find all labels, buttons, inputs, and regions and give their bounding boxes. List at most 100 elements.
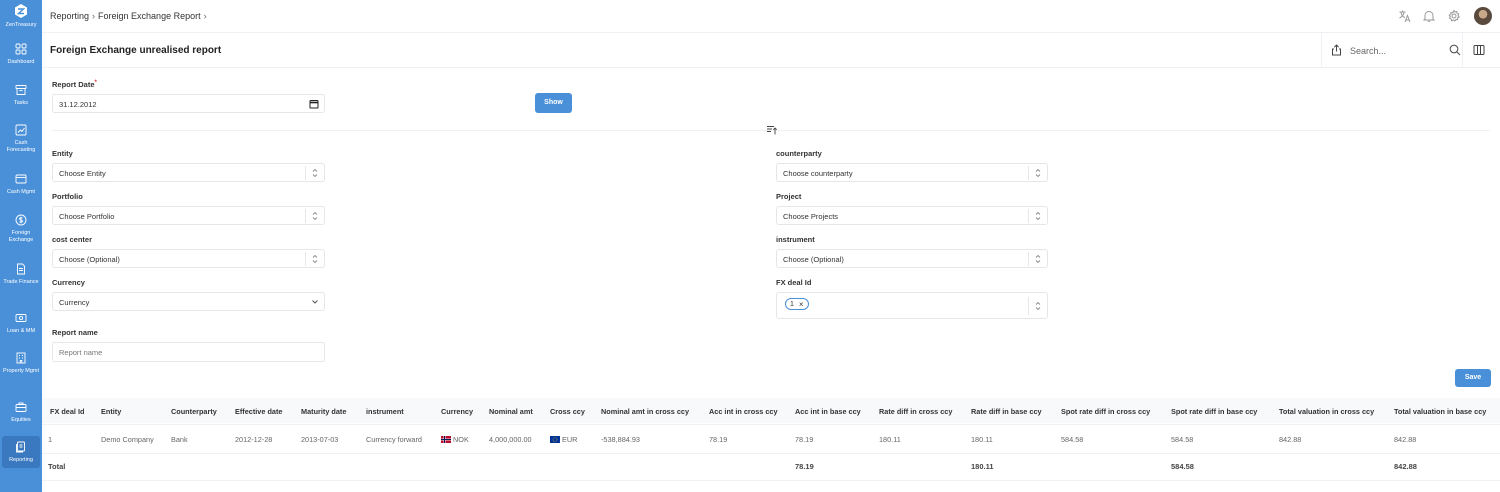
cell-effective-date: 2012-12-28: [235, 435, 273, 444]
row-divider: [42, 424, 1500, 425]
sidebar-item-property-mgmt[interactable]: Property Mgmt: [0, 350, 42, 386]
bell-icon[interactable]: [1422, 9, 1436, 23]
cell-nominal-amt: 4,000,000.00: [489, 435, 532, 444]
calendar-icon[interactable]: [309, 99, 319, 109]
sidebar: ZenTreasury Dashboard Tasks Cash Forecas…: [0, 0, 42, 492]
column-header[interactable]: Nominal amt in cross ccy: [601, 407, 689, 416]
cost-center-select[interactable]: Choose (Optional): [52, 249, 325, 268]
search-icon[interactable]: [1449, 44, 1461, 56]
column-header[interactable]: Maturity date: [301, 407, 346, 416]
report-name-input[interactable]: [52, 342, 325, 362]
dollar-icon: [15, 214, 27, 226]
column-header[interactable]: Total valuation in base ccy: [1394, 407, 1486, 416]
columns-icon[interactable]: [1473, 44, 1485, 56]
fx-deal-id-chip: 1 ×: [785, 298, 809, 310]
column-header[interactable]: Rate diff in base ccy: [971, 407, 1042, 416]
title-bar: Foreign Exchange unrealised report: [42, 33, 1500, 68]
search-input[interactable]: [1350, 44, 1445, 57]
column-header[interactable]: Cross ccy: [550, 407, 585, 416]
sidebar-item-label: Property Mgmt: [2, 368, 40, 374]
chevron-down-icon: [312, 300, 318, 304]
chevron-right-icon: ›: [92, 11, 96, 21]
fx-deal-id-select[interactable]: 1 ×: [776, 292, 1048, 319]
breadcrumb-item-reporting[interactable]: Reporting: [50, 11, 89, 21]
updown-chevron-icon: [312, 254, 318, 264]
sidebar-item-foreign-exchange[interactable]: Foreign Exchange: [0, 212, 42, 248]
total-spot-rate-diff-base: 584.58: [1171, 462, 1194, 471]
sidebar-item-reporting[interactable]: Reporting: [2, 436, 40, 468]
total-acc-int-base: 78.19: [795, 462, 814, 471]
column-header[interactable]: Nominal amt: [489, 407, 533, 416]
column-header[interactable]: Spot rate diff in cross ccy: [1061, 407, 1150, 416]
currency-select[interactable]: Currency: [52, 292, 325, 311]
gear-icon[interactable]: [1447, 9, 1461, 23]
sidebar-item-label: Reporting: [9, 457, 33, 463]
entity-label: Entity: [52, 149, 73, 158]
column-header[interactable]: Spot rate diff in base ccy: [1171, 407, 1257, 416]
counterparty-select[interactable]: Choose counterparty: [776, 163, 1048, 182]
column-header[interactable]: Total valuation in cross ccy: [1279, 407, 1374, 416]
total-label: Total: [48, 462, 66, 471]
remove-chip-icon[interactable]: ×: [799, 300, 804, 309]
row-divider: [42, 453, 1500, 454]
total-valuation-base: 842.88: [1394, 462, 1417, 471]
column-header[interactable]: Currency: [441, 407, 473, 416]
updown-chevron-icon: [312, 211, 318, 221]
column-header[interactable]: Counterparty: [171, 407, 217, 416]
portfolio-label: Portfolio: [52, 192, 83, 201]
sidebar-item-label: Tasks: [13, 100, 29, 106]
sidebar-item-trade-finance[interactable]: Trade Finance: [0, 261, 42, 297]
updown-chevron-icon: [1035, 301, 1041, 311]
sidebar-item-label: Cash Forecasting: [6, 140, 36, 153]
wallet-icon: [15, 174, 27, 184]
column-header[interactable]: Effective date: [235, 407, 282, 416]
project-select[interactable]: Choose Projects: [776, 206, 1048, 225]
cost-center-label: cost center: [52, 235, 93, 244]
cell-maturity-date: 2013-07-03: [301, 435, 339, 444]
column-header[interactable]: Rate diff in cross ccy: [879, 407, 952, 416]
cell-acc-int-cross: 78.19: [709, 435, 728, 444]
column-header[interactable]: Acc int in cross ccy: [709, 407, 778, 416]
sidebar-item-cash-forecasting[interactable]: Cash Forecasting: [0, 122, 42, 158]
column-header[interactable]: FX deal Id: [50, 407, 84, 416]
column-header[interactable]: instrument: [366, 407, 404, 416]
column-header[interactable]: Entity: [101, 407, 121, 416]
save-button[interactable]: Save: [1455, 369, 1491, 387]
show-button[interactable]: Show: [535, 93, 572, 113]
chevron-right-icon: ›: [203, 11, 207, 21]
collapse-filters-icon[interactable]: [766, 124, 778, 136]
entity-select[interactable]: Choose Entity: [52, 163, 325, 182]
sidebar-item-cash-mgmt[interactable]: Cash Mgmt: [0, 171, 42, 201]
app-logo[interactable]: ZenTreasury: [0, 0, 42, 34]
cell-fx-deal-id: 1: [48, 435, 53, 444]
zentreasury-logo-icon: [15, 4, 27, 18]
grid-icon: [15, 43, 27, 55]
cell-total-valuation-base: 842.88: [1394, 435, 1417, 444]
top-actions: [1398, 7, 1492, 25]
sidebar-item-dashboard[interactable]: Dashboard: [0, 41, 42, 71]
instrument-label: instrument: [776, 235, 815, 244]
cell-acc-int-base: 78.19: [795, 435, 814, 444]
sidebar-item-equities[interactable]: Equities: [0, 399, 42, 429]
counterparty-label: counterparty: [776, 149, 822, 158]
instrument-select[interactable]: Choose (Optional): [776, 249, 1048, 268]
cell-total-valuation-cross: 842.88: [1279, 435, 1302, 444]
translate-icon[interactable]: [1398, 9, 1412, 23]
cell-spot-rate-diff-base: 584.58: [1171, 435, 1194, 444]
breadcrumb: Reporting › Foreign Exchange Report ›: [50, 11, 210, 21]
user-avatar[interactable]: [1474, 7, 1492, 25]
sidebar-item-label: Equities: [11, 417, 31, 423]
column-header[interactable]: Acc int in base ccy: [795, 407, 861, 416]
norway-flag-icon: [441, 436, 451, 443]
portfolio-select[interactable]: Choose Portfolio: [52, 206, 325, 225]
sidebar-item-label: Dashboard: [7, 59, 35, 65]
report-date-input[interactable]: 31.12.2012: [52, 94, 325, 113]
breadcrumb-item-fx-report[interactable]: Foreign Exchange Report: [98, 11, 201, 21]
sidebar-item-label: Loan & MM: [6, 328, 36, 334]
report-name-label: Report name: [52, 328, 98, 337]
share-icon[interactable]: [1331, 44, 1342, 56]
sidebar-item-loan-mm[interactable]: Loan & MM: [0, 310, 42, 340]
cell-rate-diff-cross: 180.11: [879, 435, 901, 444]
sidebar-item-tasks[interactable]: Tasks: [0, 82, 42, 112]
top-bar: Reporting › Foreign Exchange Report ›: [42, 0, 1500, 33]
